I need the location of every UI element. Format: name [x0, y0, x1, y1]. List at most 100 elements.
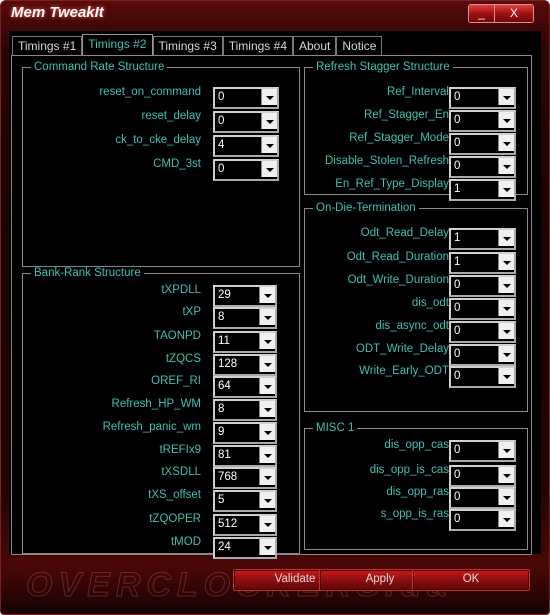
dropdown-value: 64 — [218, 380, 231, 392]
value-dropdown[interactable]: 0 — [449, 321, 516, 343]
dropdown-value: 0 — [454, 279, 461, 291]
chevron-down-icon[interactable] — [259, 356, 275, 372]
tab-timings-2[interactable]: Timings #2 — [82, 34, 153, 56]
chevron-down-icon[interactable] — [498, 467, 514, 483]
chevron-down-icon[interactable] — [259, 539, 275, 555]
tab-timings-1[interactable]: Timings #1 — [12, 36, 83, 56]
ok-button[interactable]: OK — [412, 569, 530, 591]
tab-timings-3[interactable]: Timings #3 — [152, 36, 223, 56]
chevron-down-icon[interactable] — [261, 89, 277, 105]
chevron-down-icon[interactable] — [498, 230, 514, 246]
odt-group: On-Die-Termination Odt_Read_Delay 1 Odt_Re… — [304, 202, 528, 412]
value-dropdown[interactable]: 11 — [213, 331, 277, 353]
tab-panel: Command Rate Structure reset_on_command 0… — [11, 55, 532, 559]
chevron-down-icon[interactable] — [261, 113, 277, 129]
field-label: Refresh_panic_wm — [102, 421, 201, 433]
chevron-down-icon[interactable] — [259, 516, 275, 532]
value-dropdown[interactable]: 5 — [213, 490, 277, 512]
field-label: Disable_Stolen_Refresh — [324, 155, 449, 167]
value-dropdown[interactable]: 9 — [213, 422, 277, 444]
chevron-down-icon[interactable] — [259, 378, 275, 394]
value-dropdown[interactable]: 0 — [213, 159, 279, 181]
value-dropdown[interactable]: 64 — [213, 376, 277, 398]
dropdown-value: 9 — [218, 426, 225, 438]
value-dropdown[interactable]: 0 — [449, 344, 516, 366]
value-dropdown[interactable]: 128 — [213, 354, 277, 376]
dropdown-value: 11 — [218, 335, 230, 347]
field-label: reset_delay — [141, 110, 201, 122]
tab-notice[interactable]: Notice — [336, 36, 383, 56]
chevron-down-icon[interactable] — [498, 323, 514, 339]
field-label: dis_opp_ras — [386, 486, 449, 498]
value-dropdown[interactable]: 81 — [213, 445, 277, 467]
value-dropdown[interactable]: 768 — [213, 467, 277, 489]
value-dropdown[interactable]: 1 — [449, 252, 516, 274]
group-title: Refresh Stagger Structure — [316, 61, 450, 73]
chevron-down-icon[interactable] — [259, 469, 275, 485]
chevron-down-icon[interactable] — [498, 511, 514, 527]
chevron-down-icon[interactable] — [498, 489, 514, 505]
chevron-down-icon[interactable] — [498, 89, 514, 105]
value-dropdown[interactable]: 0 — [449, 156, 516, 178]
chevron-down-icon[interactable] — [259, 287, 275, 303]
value-dropdown[interactable]: 8 — [213, 399, 277, 421]
field-label: tXP — [182, 306, 201, 318]
value-dropdown[interactable]: 0 — [449, 487, 516, 509]
chevron-down-icon[interactable] — [498, 277, 514, 293]
value-dropdown[interactable]: 0 — [449, 110, 516, 132]
tab-timings-4[interactable]: Timings #4 — [222, 36, 293, 56]
chevron-down-icon[interactable] — [498, 300, 514, 316]
value-dropdown[interactable]: 0 — [449, 87, 516, 109]
close-button[interactable]: X — [495, 5, 533, 22]
value-dropdown[interactable]: 0 — [213, 87, 279, 109]
value-dropdown[interactable]: 0 — [449, 275, 516, 297]
field-label: tXS_offset — [148, 489, 201, 501]
chevron-down-icon[interactable] — [259, 447, 275, 463]
value-dropdown[interactable]: 1 — [449, 179, 516, 201]
value-dropdown[interactable]: 0 — [449, 298, 516, 320]
chevron-down-icon[interactable] — [259, 424, 275, 440]
refresh-stagger-group: Refresh Stagger Structure Ref_Interval 0 R… — [304, 61, 528, 201]
misc1-group: MISC 1 dis_opp_cas 0 dis_opp_is_cas 0 dis_op… — [304, 422, 528, 550]
chevron-down-icon[interactable] — [259, 492, 275, 508]
field-label: Refresh_HP_WM — [111, 398, 201, 410]
dropdown-value: 0 — [454, 444, 461, 456]
field-label: Ref_Interval — [386, 86, 449, 98]
value-dropdown[interactable]: 24 — [213, 537, 277, 559]
minimize-button[interactable]: _ — [469, 5, 495, 22]
value-dropdown[interactable]: 29 — [213, 285, 277, 307]
group-title: MISC 1 — [316, 422, 355, 434]
chevron-down-icon[interactable] — [498, 158, 514, 174]
chevron-down-icon[interactable] — [498, 346, 514, 362]
value-dropdown[interactable]: 4 — [213, 135, 279, 157]
value-dropdown[interactable]: 0 — [449, 509, 516, 531]
field-label: Ref_Stagger_En — [363, 109, 449, 121]
chevron-down-icon[interactable] — [259, 333, 275, 349]
value-dropdown[interactable]: 0 — [449, 133, 516, 155]
field-label: OREF_RI — [151, 375, 201, 387]
value-dropdown[interactable]: 0 — [449, 440, 516, 462]
value-dropdown[interactable]: 0 — [213, 111, 279, 133]
title-bar[interactable]: Mem TweakIt _ X — [1, 1, 550, 27]
value-dropdown[interactable]: 0 — [449, 465, 516, 487]
field-label: TAONPD — [153, 330, 201, 342]
minimize-icon: _ — [478, 6, 485, 20]
chevron-down-icon[interactable] — [498, 135, 514, 151]
field-label: dis_opp_is_cas — [369, 464, 449, 476]
chevron-down-icon[interactable] — [261, 137, 277, 153]
chevron-down-icon[interactable] — [498, 181, 514, 197]
value-dropdown[interactable]: 512 — [213, 514, 277, 536]
chevron-down-icon[interactable] — [259, 401, 275, 417]
chevron-down-icon[interactable] — [498, 254, 514, 270]
dropdown-value: 8 — [218, 403, 225, 415]
chevron-down-icon[interactable] — [259, 309, 275, 325]
chevron-down-icon[interactable] — [498, 112, 514, 128]
chevron-down-icon[interactable] — [498, 442, 514, 458]
chevron-down-icon[interactable] — [261, 161, 277, 177]
value-dropdown[interactable]: 1 — [449, 228, 516, 250]
value-dropdown[interactable]: 0 — [449, 366, 516, 388]
chevron-down-icon[interactable] — [498, 368, 514, 384]
tab-about[interactable]: About — [293, 36, 337, 56]
field-label: ck_to_cke_delay — [115, 134, 201, 146]
value-dropdown[interactable]: 8 — [213, 307, 277, 329]
